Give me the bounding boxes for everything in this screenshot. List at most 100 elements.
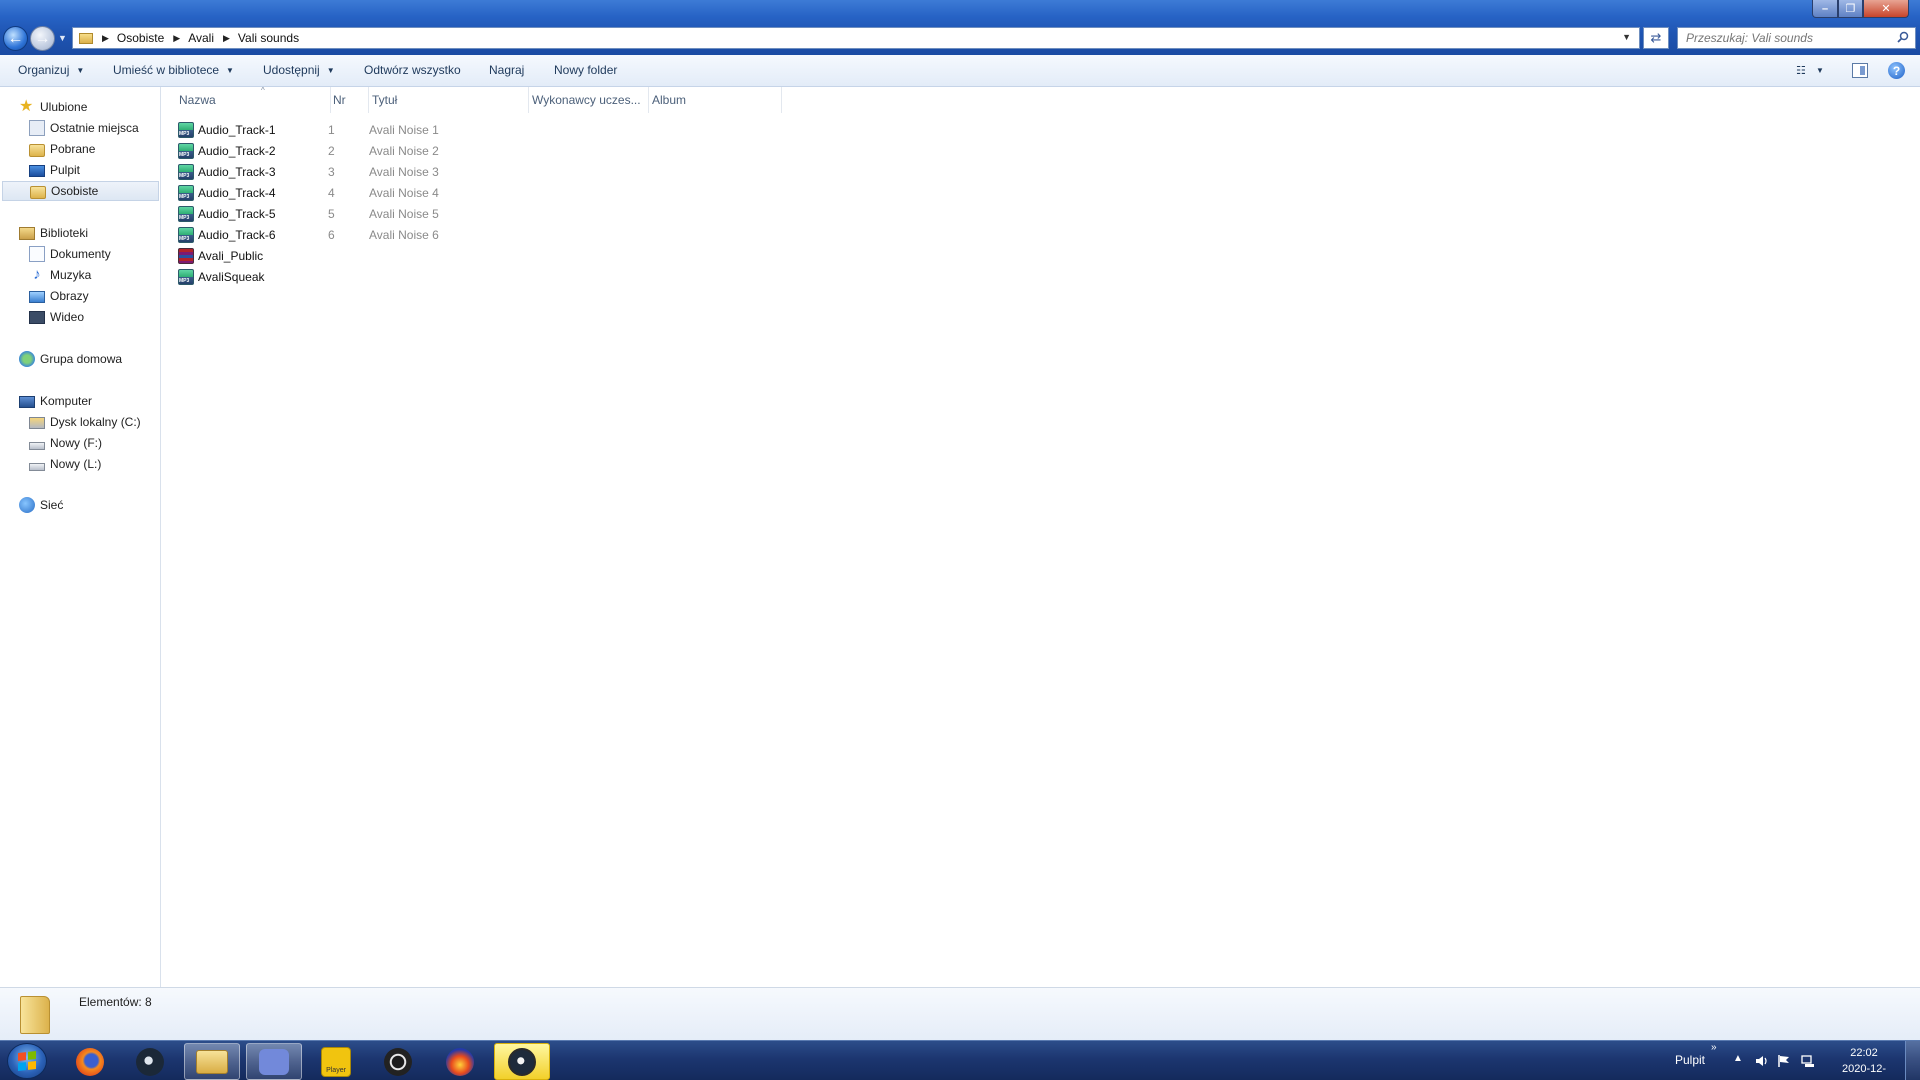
show-hidden-icons-button[interactable]: ▲	[1733, 1053, 1743, 1064]
organize-menu[interactable]: Organizuj ▼	[18, 63, 84, 77]
nav-videos[interactable]: Wideo	[29, 307, 84, 327]
file-row[interactable]: Audio_Track-6 6 Avali Noise 6	[178, 224, 738, 245]
play-all-button[interactable]: Odtwórz wszystko	[364, 63, 461, 77]
address-bar[interactable]: ▶ Osobiste ▶ Avali ▶ Vali sounds ▼	[72, 27, 1640, 49]
nav-drive-l[interactable]: Nowy (L:)	[29, 454, 101, 474]
file-row[interactable]: Audio_Track-5 5 Avali Noise 5	[178, 203, 738, 224]
taskbar-obs[interactable]	[370, 1043, 426, 1080]
nav-libraries[interactable]: Biblioteki	[19, 223, 88, 243]
change-view-button[interactable]: ☷ ▼	[1796, 64, 1830, 78]
drive-icon	[29, 462, 45, 471]
taskbar-explorer[interactable]	[184, 1043, 240, 1080]
file-name-cell: Audio_Track-2	[178, 140, 276, 161]
share-label: Udostępnij	[263, 63, 320, 77]
file-nr: 2	[328, 143, 335, 158]
taskbar-steam[interactable]	[122, 1043, 178, 1080]
file-name: Audio_Track-2	[198, 143, 276, 158]
nav-desktop[interactable]: Pulpit	[29, 160, 80, 180]
preview-pane-button[interactable]	[1852, 63, 1868, 78]
computer-icon	[19, 396, 35, 408]
windows-logo-icon	[18, 1051, 36, 1071]
nav-documents[interactable]: Dokumenty	[29, 244, 111, 264]
nav-drive-c[interactable]: Dysk lokalny (C:)	[29, 412, 141, 432]
desktop-toolbar-label[interactable]: Pulpit	[1675, 1053, 1705, 1067]
search-input[interactable]	[1686, 31, 1896, 45]
nav-network[interactable]: Sieć	[19, 495, 63, 515]
search-box[interactable]	[1677, 27, 1916, 49]
file-nr: 1	[328, 122, 335, 137]
maximize-button[interactable]: ❐	[1838, 0, 1863, 18]
nav-favorites[interactable]: ★ Ulubione	[19, 97, 87, 117]
taskbar-fire-app[interactable]	[432, 1043, 488, 1080]
breadcrumb-osobiste[interactable]: Osobiste	[117, 31, 164, 45]
chevron-down-icon[interactable]: ▼	[1622, 32, 1631, 42]
taskbar-player[interactable]: Player	[308, 1043, 364, 1080]
breadcrumb-avali[interactable]: Avali	[188, 31, 214, 45]
breadcrumb-vali-sounds[interactable]: Vali sounds	[238, 31, 299, 45]
share-menu[interactable]: Udostępnij ▼	[263, 63, 335, 77]
double-chevron-icon[interactable]: »	[1711, 1042, 1717, 1053]
nav-downloads[interactable]: Pobrane	[29, 139, 95, 159]
action-center-flag-icon[interactable]	[1777, 1054, 1791, 1068]
burn-button[interactable]: Nagraj	[489, 63, 524, 77]
nav-personal-label: Osobiste	[51, 184, 99, 198]
file-name: Audio_Track-1	[198, 122, 276, 137]
network-icon[interactable]	[1801, 1054, 1815, 1068]
file-title: Avali Noise 5	[369, 206, 439, 221]
nav-drive-f[interactable]: Nowy (F:)	[29, 433, 102, 453]
nav-drive-f-label: Nowy (F:)	[50, 436, 102, 450]
nav-homegroup[interactable]: Grupa domowa	[19, 349, 122, 369]
column-name[interactable]: ^ Nazwa	[179, 86, 331, 113]
file-row[interactable]: Audio_Track-4 4 Avali Noise 4	[178, 182, 738, 203]
minimize-button[interactable]: –	[1812, 0, 1838, 18]
column-artists-label: Wykonawcy uczes...	[532, 93, 641, 107]
clock[interactable]: 22:02 2020-12-02	[1836, 1045, 1892, 1080]
taskbar-firefox[interactable]	[62, 1043, 118, 1080]
refresh-button[interactable]: ⇄	[1643, 27, 1669, 49]
taskbar-steam-active[interactable]	[494, 1043, 550, 1080]
organize-label: Organizuj	[18, 63, 70, 77]
chevron-down-icon: ▼	[326, 66, 335, 75]
recent-pages-dropdown[interactable]: ▼	[58, 33, 67, 43]
add-to-library-menu[interactable]: Umieść w bibliotece ▼	[113, 63, 234, 77]
file-row[interactable]: Audio_Track-2 2 Avali Noise 2	[178, 140, 738, 161]
nav-music[interactable]: ♪ Muzyka	[29, 265, 91, 285]
column-contributing-artists[interactable]: Wykonawcy uczes...	[529, 87, 649, 113]
chevron-right-icon[interactable]: ▶	[173, 33, 180, 44]
forward-button[interactable]: →	[30, 26, 55, 51]
column-album[interactable]: Album	[649, 87, 782, 113]
recent-places-icon	[29, 120, 45, 136]
nav-personal[interactable]: Osobiste	[2, 181, 159, 201]
mp3-file-icon	[178, 121, 194, 138]
chevron-right-icon[interactable]: ▶	[223, 33, 230, 44]
file-title: Avali Noise 3	[369, 164, 439, 179]
nav-recent-places[interactable]: Ostatnie miejsca	[29, 118, 139, 138]
file-row[interactable]: AvaliSqueak	[178, 266, 738, 287]
clock-date: 2020-12-02	[1841, 1063, 1887, 1080]
close-button[interactable]: ✕	[1863, 0, 1909, 18]
taskbar-discord[interactable]	[246, 1043, 302, 1080]
details-pane: Elementów: 8	[0, 987, 1920, 1040]
speaker-icon[interactable]	[1755, 1054, 1769, 1068]
nav-recent-places-label: Ostatnie miejsca	[50, 121, 139, 135]
file-row[interactable]: Audio_Track-3 3 Avali Noise 3	[178, 161, 738, 182]
column-nr[interactable]: Nr	[329, 87, 369, 113]
column-name-label: Nazwa	[179, 93, 216, 107]
back-button[interactable]: ←	[3, 26, 28, 51]
start-button[interactable]	[7, 1043, 47, 1079]
videos-icon	[29, 310, 45, 324]
chevron-right-icon[interactable]: ▶	[102, 33, 109, 44]
file-title: Avali Noise 2	[369, 143, 439, 158]
column-album-label: Album	[652, 93, 687, 107]
file-row[interactable]: Avali_Public	[178, 245, 738, 266]
nav-computer[interactable]: Komputer	[19, 391, 92, 411]
add-to-library-label: Umieść w bibliotece	[113, 63, 220, 77]
file-row[interactable]: Audio_Track-1 1 Avali Noise 1	[178, 119, 738, 140]
close-icon: ✕	[1881, 3, 1891, 15]
arrow-right-icon: →	[34, 29, 51, 47]
new-folder-button[interactable]: Nowy folder	[554, 63, 617, 77]
nav-pictures[interactable]: Obrazy	[29, 286, 89, 306]
help-button[interactable]: ?	[1888, 62, 1905, 79]
show-desktop-button[interactable]	[1905, 1041, 1920, 1080]
column-title[interactable]: Tytuł	[369, 87, 529, 113]
